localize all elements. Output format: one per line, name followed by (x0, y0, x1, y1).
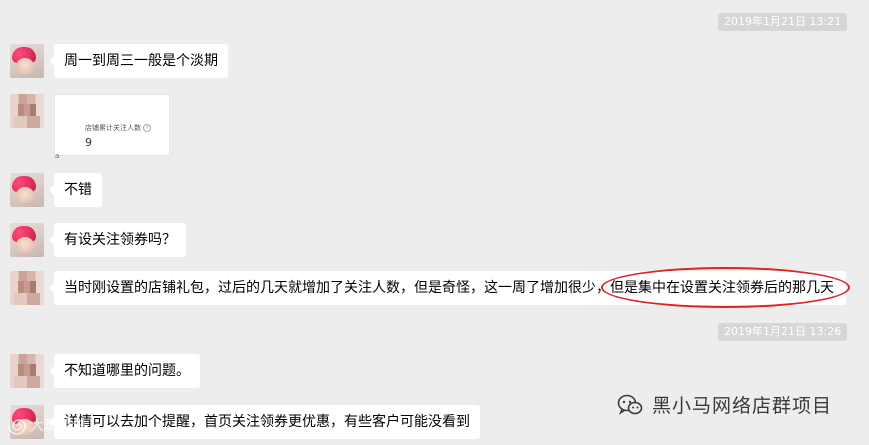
watermark-text: 黑小马网络店群项目 (652, 395, 833, 417)
timestamp: 2019年1月21日 13:26 (718, 323, 848, 341)
image-cut-text: a (55, 152, 60, 160)
avatar[interactable] (10, 173, 44, 207)
avatar[interactable] (10, 94, 44, 128)
message-text: 周一到周三一般是个淡期 (64, 53, 218, 69)
wechat-official-account-icon (617, 394, 643, 415)
message-bubble[interactable]: 不错 (49, 173, 102, 207)
message-text: 不错 (64, 182, 92, 198)
watermark-subtext: 大斑鸠说 (30, 418, 86, 434)
chat-history: 2019年1月21日 13:21 周一到周三一般是个淡期 店铺累计关注人数? 9… (0, 0, 869, 445)
message-bubble[interactable]: 有设关注领券吗？ (49, 223, 186, 257)
avatar[interactable] (10, 271, 44, 305)
spiral-logo-icon (8, 419, 26, 435)
message-text: 有设关注领券吗？ (64, 232, 176, 248)
message-text: 详情可以去加个提醒，首页关注领券更优惠，有些客户可能没看到 (64, 414, 470, 430)
message-bubble[interactable]: 不知道哪里的问题。 (49, 354, 200, 388)
message-bubble[interactable]: 周一到周三一般是个淡期 (49, 44, 228, 78)
image-stat-value: 9 (85, 136, 92, 149)
image-message[interactable]: 店铺累计关注人数? 9 a (54, 94, 170, 160)
message-bubble[interactable]: 详情可以去加个提醒，首页关注领券更优惠，有些客户可能没看到 (49, 405, 480, 439)
avatar[interactable] (10, 44, 44, 78)
avatar[interactable] (10, 223, 44, 257)
avatar[interactable] (10, 354, 44, 388)
message-text: 不知道哪里的问题。 (64, 363, 190, 379)
highlight-annotation (601, 267, 850, 308)
image-stat-label: 店铺累计关注人数? (85, 123, 151, 133)
info-icon: ? (143, 124, 151, 132)
timestamp: 2019年1月21日 13:21 (718, 13, 848, 31)
